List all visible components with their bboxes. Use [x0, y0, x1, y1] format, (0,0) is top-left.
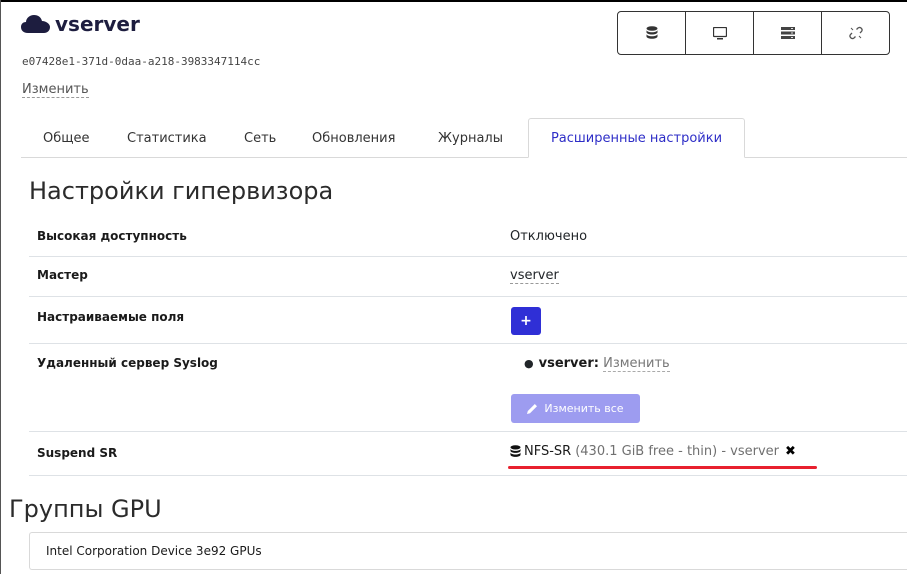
unlink-icon	[848, 26, 863, 40]
window-top-border	[0, 0, 907, 2]
ha-label: Высокая доступность	[37, 229, 187, 243]
host-name: vserver	[55, 12, 140, 36]
hypervisor-settings-title: Настройки гипервизора	[29, 177, 334, 205]
host-uuid: e07428e1-371d-0daa-a218-3983347114cc	[22, 55, 261, 68]
row-divider	[29, 343, 907, 344]
host-title: vserver	[21, 10, 140, 38]
remove-sr-icon[interactable]: ✖	[785, 444, 796, 459]
database-icon	[646, 26, 657, 39]
window-left-border	[0, 0, 1, 574]
cloud-icon	[21, 15, 50, 33]
edit-all-label: Изменить все	[544, 402, 624, 415]
row-divider	[29, 256, 907, 257]
custom-fields-label: Настраиваемые поля	[37, 310, 185, 324]
syslog-edit-link[interactable]: Изменить	[603, 356, 670, 372]
disconnect-button[interactable]	[821, 11, 890, 55]
ha-value: Отключено	[510, 229, 588, 244]
tab-advanced[interactable]: Расширенные настройки	[528, 118, 745, 158]
syslog-host-item: ● vserver: Изменить	[524, 356, 670, 372]
gpu-group-name: Intel Corporation Device 3e92 GPUs	[46, 544, 262, 558]
database-button[interactable]	[617, 11, 686, 55]
syslog-label: Удаленный сервер Syslog	[37, 356, 218, 370]
add-custom-field-button[interactable]: +	[511, 307, 541, 335]
bullet: ●	[524, 357, 534, 370]
gpu-group-item[interactable]: Intel Corporation Device 3e92 GPUs	[29, 532, 907, 570]
tab-general[interactable]: Общее	[43, 118, 90, 158]
tab-updates[interactable]: Обновления	[312, 118, 395, 158]
console-button[interactable]	[685, 11, 754, 55]
syslog-host-name: vserver:	[538, 356, 599, 371]
row-divider	[29, 431, 907, 432]
tab-network[interactable]: Сеть	[244, 118, 276, 158]
host-tabs: Общее Статистика Сеть Обновления Журналы…	[21, 118, 907, 158]
tab-stats[interactable]: Статистика	[127, 118, 207, 158]
highlight-underline	[508, 466, 817, 469]
monitor-icon	[712, 26, 727, 39]
database-icon	[510, 445, 521, 457]
server-rack-icon	[780, 27, 795, 39]
master-value[interactable]: vserver	[510, 268, 559, 284]
master-label: Мастер	[37, 268, 88, 282]
row-divider	[29, 475, 907, 476]
host-actions-toolbar	[617, 11, 890, 55]
tab-logs[interactable]: Журналы	[438, 118, 503, 158]
suspend-sr-value[interactable]: NFS-SR (430.1 GiB free - thin) - vserver…	[510, 444, 796, 459]
server-button[interactable]	[753, 11, 822, 55]
row-divider	[29, 296, 907, 297]
pencil-icon	[527, 404, 538, 414]
suspend-sr-label: Suspend SR	[37, 446, 118, 460]
sr-name: NFS-SR	[524, 444, 572, 459]
edit-host-link[interactable]: Изменить	[22, 82, 89, 98]
gpu-groups-title: Группы GPU	[9, 495, 162, 523]
edit-all-button[interactable]: Изменить все	[511, 394, 640, 423]
sr-info: (430.1 GiB free - thin) - vserver	[575, 444, 780, 459]
